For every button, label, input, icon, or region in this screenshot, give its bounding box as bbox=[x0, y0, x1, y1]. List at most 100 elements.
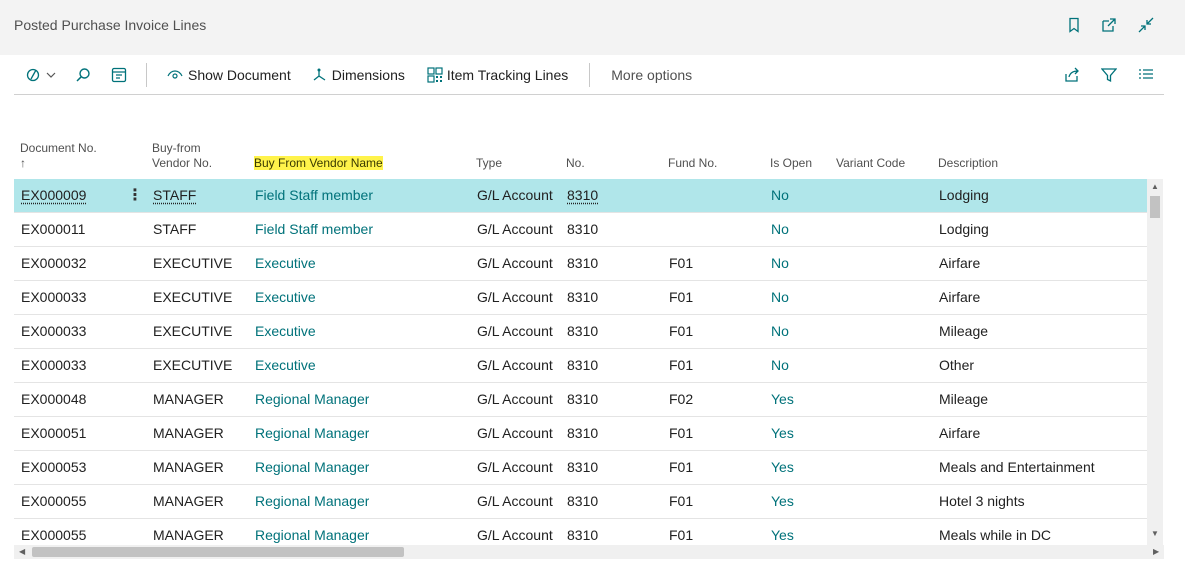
cell-document-no[interactable]: EX000051 bbox=[21, 417, 86, 450]
column-header-buy-from-vendor-no[interactable]: Buy-from Vendor No. bbox=[152, 141, 212, 171]
cell-document-no[interactable]: EX000053 bbox=[21, 451, 86, 484]
collapse-icon[interactable] bbox=[1135, 14, 1157, 36]
table-row[interactable]: EX000055 MANAGER Regional Manager G/L Accou… bbox=[14, 485, 1147, 519]
cell-vendor-no: MANAGER bbox=[153, 493, 224, 509]
cell-vendor-name[interactable]: Field Staff member bbox=[255, 179, 373, 212]
horizontal-scroll-thumb[interactable] bbox=[32, 547, 404, 557]
cell-vendor-name[interactable]: Regional Manager bbox=[255, 417, 369, 450]
table-row[interactable]: EX000033 EXECUTIVE Executive G/L Account 831… bbox=[14, 315, 1147, 349]
cell-is-open[interactable]: Yes bbox=[771, 417, 794, 450]
cell-document-no[interactable]: EX000048 bbox=[21, 383, 86, 416]
column-header-buy-from-vendor-name[interactable]: Buy From Vendor Name bbox=[254, 156, 383, 171]
cell-type: G/L Account bbox=[477, 255, 553, 271]
cell-is-open[interactable]: Yes bbox=[771, 383, 794, 416]
cell-vendor-name[interactable]: Executive bbox=[255, 247, 316, 280]
cell-fund-no: F01 bbox=[669, 459, 694, 475]
cell-is-open[interactable]: Yes bbox=[771, 451, 794, 484]
personalize-menu-button[interactable] bbox=[26, 56, 56, 94]
cell-vendor-no: MANAGER bbox=[153, 425, 224, 441]
cell-is-open[interactable]: No bbox=[771, 247, 789, 280]
cell-vendor-name[interactable]: Executive bbox=[255, 349, 316, 382]
dimensions-button[interactable]: Dimensions bbox=[313, 56, 405, 94]
bookmark-icon[interactable] bbox=[1063, 14, 1085, 36]
cell-description: Meals and Entertainment bbox=[939, 459, 1095, 475]
table-row[interactable]: EX000048 MANAGER Regional Manager G/L Accou… bbox=[14, 383, 1147, 417]
scroll-right-arrow-icon[interactable]: ▶ bbox=[1153, 547, 1159, 556]
cell-vendor-name[interactable]: Regional Manager bbox=[255, 383, 369, 416]
horizontal-scrollbar[interactable]: ◀ ▶ bbox=[14, 545, 1164, 559]
cell-vendor-name[interactable]: Executive bbox=[255, 315, 316, 348]
cell-no: 8310 bbox=[567, 391, 599, 407]
row-actions-icon[interactable]: ⋮ bbox=[127, 179, 143, 212]
show-document-button[interactable]: Show Document bbox=[167, 56, 291, 94]
cell-is-open[interactable]: Yes bbox=[771, 519, 794, 545]
cell-is-open[interactable]: No bbox=[771, 349, 789, 382]
search-button[interactable] bbox=[75, 56, 91, 94]
cell-type: G/L Account bbox=[477, 391, 553, 407]
cell-description: Meals while in DC bbox=[939, 527, 1052, 543]
cell-is-open[interactable]: No bbox=[771, 213, 789, 246]
column-header-description[interactable]: Description bbox=[938, 156, 998, 171]
column-header-variant-code[interactable]: Variant Code bbox=[836, 156, 905, 171]
share-button[interactable] bbox=[1064, 56, 1080, 94]
list-view-button[interactable] bbox=[1138, 56, 1154, 94]
table-row[interactable]: EX000055 MANAGER Regional Manager G/L Accou… bbox=[14, 519, 1147, 545]
cell-document-no[interactable]: EX000033 bbox=[21, 349, 86, 382]
cell-is-open[interactable]: No bbox=[771, 179, 789, 212]
cell-is-open[interactable]: Yes bbox=[771, 485, 794, 518]
cell-document-no[interactable]: EX000011 bbox=[21, 213, 85, 246]
scroll-down-arrow-icon[interactable]: ▼ bbox=[1151, 529, 1159, 538]
sort-ascending-icon: ↑ bbox=[20, 156, 26, 170]
dimensions-label: Dimensions bbox=[331, 67, 405, 83]
cell-document-no[interactable]: EX000033 bbox=[21, 315, 86, 348]
item-tracking-lines-label: Item Tracking Lines bbox=[446, 67, 569, 83]
cell-type: G/L Account bbox=[477, 527, 553, 543]
cell-document-no[interactable]: EX000055 bbox=[21, 519, 86, 545]
toolbar-separator bbox=[589, 63, 591, 87]
cell-document-no[interactable]: EX000033 bbox=[21, 281, 86, 314]
cell-description: Other bbox=[939, 357, 975, 373]
cell-is-open[interactable]: No bbox=[771, 281, 789, 314]
more-options-button[interactable]: More options bbox=[611, 56, 692, 94]
table-row[interactable]: EX000033 EXECUTIVE Executive G/L Account 831… bbox=[14, 349, 1147, 383]
cell-document-no[interactable]: EX000009 bbox=[21, 179, 86, 212]
lines-grid: Document No. ↑ Buy-from Vendor No. Buy F… bbox=[14, 135, 1147, 545]
filter-button[interactable] bbox=[1101, 56, 1117, 94]
column-header-document-no[interactable]: Document No. ↑ bbox=[20, 141, 97, 171]
more-options-label: More options bbox=[611, 67, 693, 83]
scroll-left-arrow-icon[interactable]: ◀ bbox=[19, 547, 25, 556]
table-row[interactable]: EX000053 MANAGER Regional Manager G/L Accou… bbox=[14, 451, 1147, 485]
item-tracking-lines-button[interactable]: Item Tracking Lines bbox=[427, 56, 568, 94]
table-row[interactable]: EX000032 EXECUTIVE Executive G/L Account 831… bbox=[14, 247, 1147, 281]
cell-no: 8310 bbox=[567, 459, 599, 475]
cell-is-open[interactable]: No bbox=[771, 315, 789, 348]
cell-vendor-no: EXECUTIVE bbox=[153, 289, 233, 305]
cell-vendor-name[interactable]: Regional Manager bbox=[255, 485, 369, 518]
column-header-type[interactable]: Type bbox=[476, 156, 502, 171]
column-header-fund-no[interactable]: Fund No. bbox=[668, 156, 717, 171]
cell-type: G/L Account bbox=[477, 187, 553, 203]
column-header-no[interactable]: No. bbox=[566, 156, 585, 171]
scroll-up-arrow-icon[interactable]: ▲ bbox=[1151, 182, 1159, 191]
table-row[interactable]: EX000051 MANAGER Regional Manager G/L Accou… bbox=[14, 417, 1147, 451]
toolbar-separator bbox=[146, 63, 147, 87]
table-row[interactable]: EX000033 EXECUTIVE Executive G/L Account 831… bbox=[14, 281, 1147, 315]
cell-vendor-name[interactable]: Regional Manager bbox=[255, 451, 369, 484]
column-header-is-open[interactable]: Is Open bbox=[770, 156, 812, 171]
table-row[interactable]: EX000011 STAFF Field Staff member G/L Accou… bbox=[14, 213, 1147, 247]
cell-no: 8310 bbox=[567, 323, 599, 339]
cell-vendor-name[interactable]: Field Staff member bbox=[255, 213, 373, 246]
vertical-scrollbar[interactable]: ▲ ▼ bbox=[1147, 179, 1163, 545]
cell-description: Lodging bbox=[939, 221, 989, 237]
grid-header: Document No. ↑ Buy-from Vendor No. Buy F… bbox=[14, 135, 1147, 179]
cell-document-no[interactable]: EX000032 bbox=[21, 247, 86, 280]
vertical-scroll-thumb[interactable] bbox=[1150, 196, 1160, 218]
cell-vendor-no: STAFF bbox=[153, 221, 197, 237]
cell-vendor-no: MANAGER bbox=[153, 527, 224, 543]
cell-vendor-name[interactable]: Regional Manager bbox=[255, 519, 369, 545]
open-new-window-icon[interactable] bbox=[1098, 14, 1120, 36]
cell-document-no[interactable]: EX000055 bbox=[21, 485, 86, 518]
edit-list-button[interactable] bbox=[111, 56, 127, 94]
table-row[interactable]: EX000009 STAFF Field Staff member G/L Accou… bbox=[14, 179, 1147, 213]
cell-vendor-name[interactable]: Executive bbox=[255, 281, 316, 314]
